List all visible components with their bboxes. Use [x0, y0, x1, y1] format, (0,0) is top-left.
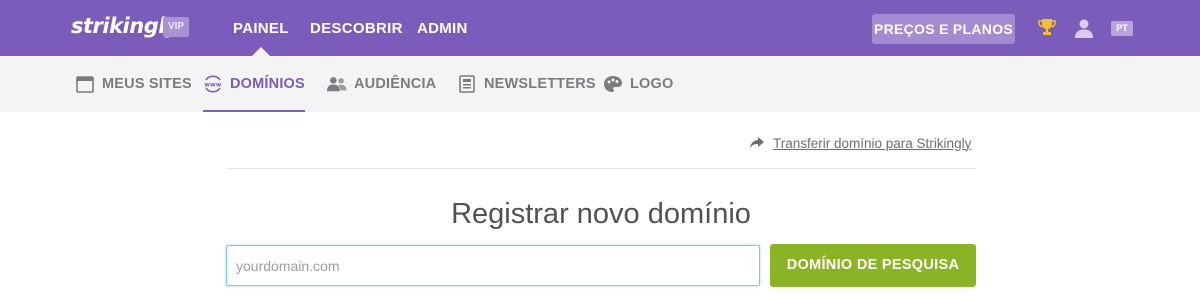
subnav-label: MEUS SITES: [102, 76, 192, 92]
www-globe-icon: www: [203, 74, 223, 94]
nav-admin[interactable]: ADMIN: [417, 0, 468, 56]
subnav-dominios[interactable]: www DOMÍNIOS: [203, 56, 305, 112]
transfer-domain-text[interactable]: Transferir domínio para Strikingly: [773, 136, 971, 151]
top-navigation-bar: strikingly VIP PAINEL DESCOBRIR ADMIN PR…: [0, 0, 1200, 56]
subnav-audiencia[interactable]: AUDIÊNCIA: [327, 56, 436, 112]
user-icon[interactable]: [1074, 18, 1094, 43]
trophy-icon[interactable]: [1037, 17, 1057, 42]
subnav-label: DOMÍNIOS: [230, 76, 305, 92]
subnav-newsletters[interactable]: NEWSLETTERS: [457, 56, 596, 112]
svg-text:www: www: [204, 82, 221, 89]
pricing-plans-button[interactable]: PREÇOS E PLANOS: [872, 14, 1015, 44]
section-divider: [226, 168, 976, 169]
nav-descobrir[interactable]: DESCOBRIR: [310, 0, 403, 56]
domain-search-input[interactable]: [226, 245, 760, 286]
browser-window-icon: [75, 74, 95, 94]
subnav-label: NEWSLETTERS: [484, 76, 596, 92]
subnav-logo[interactable]: LOGO: [603, 56, 674, 112]
newsletter-icon: [457, 74, 477, 94]
transfer-domain-link[interactable]: Transferir domínio para Strikingly: [749, 133, 971, 153]
search-domain-button[interactable]: DOMÍNIO DE PESQUISA: [770, 244, 976, 287]
subnav-label: AUDIÊNCIA: [354, 76, 437, 92]
palette-icon: [603, 74, 623, 94]
language-selector[interactable]: PT: [1111, 21, 1133, 36]
vip-badge: VIP: [163, 17, 189, 37]
subnav-meus-sites[interactable]: MEUS SITES: [75, 56, 192, 112]
share-arrow-icon: [749, 136, 765, 150]
nav-painel[interactable]: PAINEL: [233, 0, 289, 56]
dashboard-subnav: MEUS SITES www DOMÍNIOS AUDIÊNCIA NEWSLE…: [0, 56, 1200, 112]
people-icon: [327, 74, 347, 94]
page-title: Registrar novo domínio: [451, 198, 751, 230]
subnav-label: LOGO: [630, 76, 674, 92]
